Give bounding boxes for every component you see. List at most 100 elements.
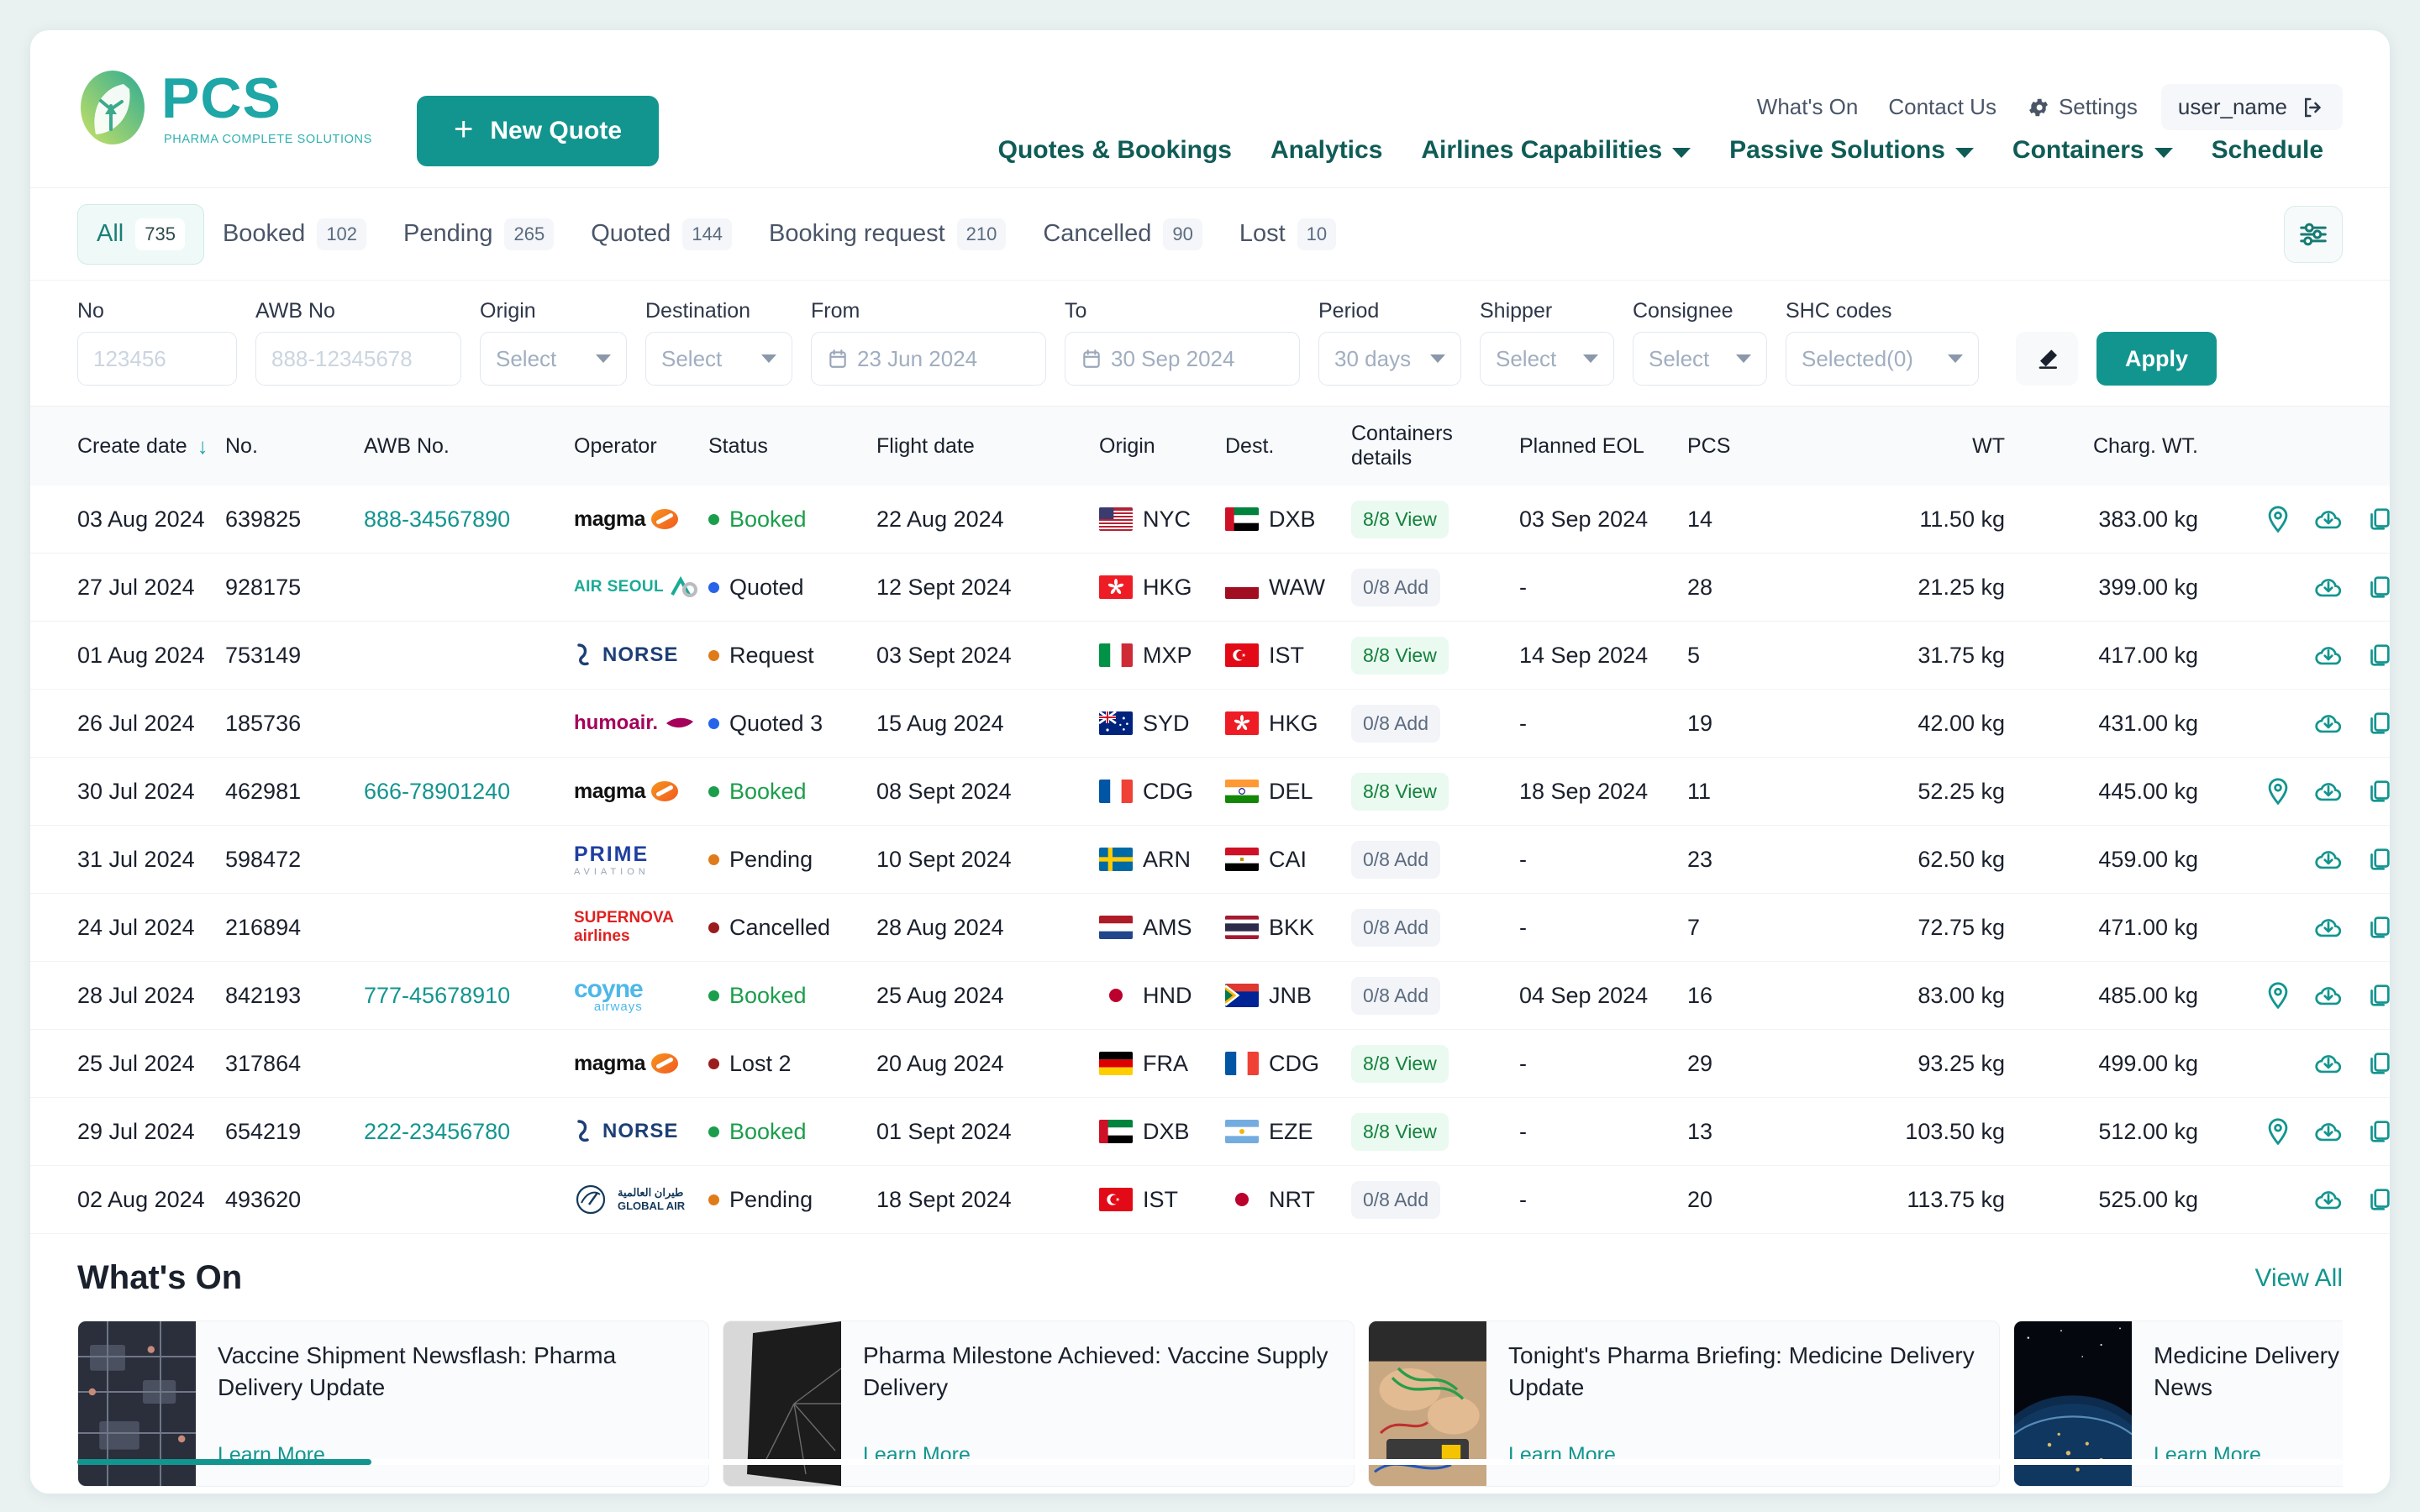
- copy-icon[interactable]: [2365, 709, 2390, 738]
- col-no[interactable]: No.: [225, 407, 364, 486]
- brand-logo[interactable]: PCS PHARMA COMPLETE SOLUTIONS: [77, 69, 372, 146]
- new-quote-button[interactable]: + New Quote: [417, 96, 660, 166]
- containers-badge[interactable]: 0/8 Add: [1351, 908, 1441, 947]
- containers-badge[interactable]: 0/8 Add: [1351, 1180, 1441, 1219]
- copy-icon[interactable]: [2365, 845, 2390, 874]
- containers-badge[interactable]: 8/8 View: [1351, 636, 1449, 675]
- awb-link[interactable]: 777-45678910: [364, 983, 510, 1008]
- containers-badge[interactable]: 8/8 View: [1351, 1112, 1449, 1151]
- filter-settings-button[interactable]: [2284, 206, 2343, 263]
- whats-on-view-all-link[interactable]: View All: [2254, 1264, 2343, 1293]
- cell-containers[interactable]: 0/8 Add: [1351, 689, 1519, 758]
- col-origin[interactable]: Origin: [1099, 407, 1225, 486]
- tab-booked[interactable]: Booked 102: [204, 205, 385, 264]
- cloud-download-icon[interactable]: [2314, 777, 2343, 806]
- origin-select[interactable]: Select: [480, 332, 627, 386]
- copy-icon[interactable]: [2365, 1117, 2390, 1146]
- nav-containers[interactable]: Containers: [1993, 136, 2192, 165]
- cell-containers[interactable]: 8/8 View: [1351, 757, 1519, 826]
- cell-awb-no[interactable]: 888-34567890: [364, 486, 574, 554]
- col-operator[interactable]: Operator: [574, 407, 708, 486]
- col-flight-date[interactable]: Flight date: [876, 407, 1099, 486]
- cell-containers[interactable]: 0/8 Add: [1351, 961, 1519, 1030]
- copy-icon[interactable]: [2365, 505, 2390, 533]
- no-input[interactable]: 123456: [77, 332, 237, 386]
- awb-link[interactable]: 888-34567890: [364, 507, 510, 532]
- tab-quoted[interactable]: Quoted 144: [572, 205, 750, 264]
- cloud-download-icon[interactable]: [2314, 981, 2343, 1010]
- containers-badge[interactable]: 8/8 View: [1351, 500, 1449, 538]
- cell-awb-no[interactable]: 222-23456780: [364, 1097, 574, 1166]
- from-date-picker[interactable]: 23 Jun 2024: [811, 332, 1046, 386]
- copy-icon[interactable]: [2365, 981, 2390, 1010]
- tab-booking-request[interactable]: Booking request 210: [750, 205, 1024, 264]
- tab-lost[interactable]: Lost 10: [1221, 205, 1355, 264]
- copy-icon[interactable]: [2365, 1185, 2390, 1214]
- cell-awb-no[interactable]: 666-78901240: [364, 757, 574, 826]
- table-row[interactable]: 30 Jul 2024 462981 666-78901240 magma Booked…: [30, 757, 2390, 826]
- copy-icon[interactable]: [2365, 573, 2390, 601]
- to-date-picker[interactable]: 30 Sep 2024: [1065, 332, 1300, 386]
- col-awb-no[interactable]: AWB No.: [364, 407, 574, 486]
- col-wt[interactable]: WT: [1839, 407, 2023, 486]
- awb-link[interactable]: 666-78901240: [364, 779, 510, 804]
- cloud-download-icon[interactable]: [2314, 845, 2343, 874]
- nav-passive-solutions[interactable]: Passive Solutions: [1710, 136, 1993, 165]
- table-row[interactable]: 01 Aug 2024 753149 NORSE Request 03 Sept 202…: [30, 621, 2390, 690]
- awb-no-input[interactable]: 888-12345678: [255, 332, 461, 386]
- nav-quotes-bookings[interactable]: Quotes & Bookings: [979, 136, 1251, 165]
- col-dest[interactable]: Dest.: [1225, 407, 1351, 486]
- cell-containers[interactable]: 8/8 View: [1351, 1097, 1519, 1166]
- cloud-download-icon[interactable]: [2314, 573, 2343, 601]
- location-pin-icon[interactable]: [2264, 981, 2292, 1010]
- cloud-download-icon[interactable]: [2314, 1185, 2343, 1214]
- copy-icon[interactable]: [2365, 777, 2390, 806]
- table-row[interactable]: 03 Aug 2024 639825 888-34567890 magma Booked…: [30, 486, 2390, 554]
- table-row[interactable]: 24 Jul 2024 216894 SUPERNOVA airlines Cancel…: [30, 893, 2390, 962]
- whats-on-scrollbar-track[interactable]: [77, 1459, 2343, 1465]
- user-menu[interactable]: user_name: [2160, 84, 2343, 130]
- cell-containers[interactable]: 8/8 View: [1351, 486, 1519, 554]
- nav-airlines-capabilities[interactable]: Airlines Capabilities: [1402, 136, 1710, 165]
- cell-containers[interactable]: 0/8 Add: [1351, 1165, 1519, 1234]
- destination-select[interactable]: Select: [645, 332, 792, 386]
- consignee-select[interactable]: Select: [1633, 332, 1767, 386]
- col-status[interactable]: Status: [708, 407, 876, 486]
- nav-schedule[interactable]: Schedule: [2192, 136, 2343, 165]
- cloud-download-icon[interactable]: [2314, 505, 2343, 533]
- containers-badge[interactable]: 0/8 Add: [1351, 704, 1441, 743]
- tab-pending[interactable]: Pending 265: [385, 205, 572, 264]
- cell-containers[interactable]: 0/8 Add: [1351, 825, 1519, 894]
- col-planned-eol[interactable]: Planned EOL: [1519, 407, 1687, 486]
- cell-containers[interactable]: 0/8 Add: [1351, 553, 1519, 622]
- copy-icon[interactable]: [2365, 1049, 2390, 1078]
- table-row[interactable]: 25 Jul 2024 317864 magma Lost 2 20 Aug 2024 F…: [30, 1029, 2390, 1098]
- tab-all[interactable]: All 735: [77, 203, 204, 265]
- copy-icon[interactable]: [2365, 641, 2390, 669]
- containers-badge[interactable]: 8/8 View: [1351, 1044, 1449, 1083]
- cloud-download-icon[interactable]: [2314, 641, 2343, 669]
- apply-filters-button[interactable]: Apply: [2096, 332, 2217, 386]
- cell-containers[interactable]: 8/8 View: [1351, 1029, 1519, 1098]
- cloud-download-icon[interactable]: [2314, 709, 2343, 738]
- cloud-download-icon[interactable]: [2314, 913, 2343, 942]
- period-select[interactable]: 30 days: [1318, 332, 1461, 386]
- table-row[interactable]: 28 Jul 2024 842193 777-45678910 coyne airway…: [30, 961, 2390, 1030]
- whats-on-scrollbar-thumb[interactable]: [77, 1459, 371, 1465]
- col-charg-wt[interactable]: Charg. WT.: [2023, 407, 2217, 486]
- cloud-download-icon[interactable]: [2314, 1117, 2343, 1146]
- cloud-download-icon[interactable]: [2314, 1049, 2343, 1078]
- table-row[interactable]: 29 Jul 2024 654219 222-23456780 NORSE Booked…: [30, 1097, 2390, 1166]
- settings-link[interactable]: Settings: [2012, 94, 2153, 120]
- shc-codes-select[interactable]: Selected(0): [1786, 332, 1979, 386]
- cell-containers[interactable]: 0/8 Add: [1351, 893, 1519, 962]
- copy-icon[interactable]: [2365, 913, 2390, 942]
- clear-filters-button[interactable]: [2016, 332, 2078, 386]
- cell-containers[interactable]: 8/8 View: [1351, 621, 1519, 690]
- containers-badge[interactable]: 0/8 Add: [1351, 568, 1441, 606]
- containers-badge[interactable]: 0/8 Add: [1351, 976, 1441, 1015]
- col-create-date[interactable]: Create date ↓: [30, 407, 225, 486]
- nav-analytics[interactable]: Analytics: [1251, 136, 1402, 165]
- link-contact-us[interactable]: Contact Us: [1873, 94, 2012, 120]
- containers-badge[interactable]: 8/8 View: [1351, 772, 1449, 811]
